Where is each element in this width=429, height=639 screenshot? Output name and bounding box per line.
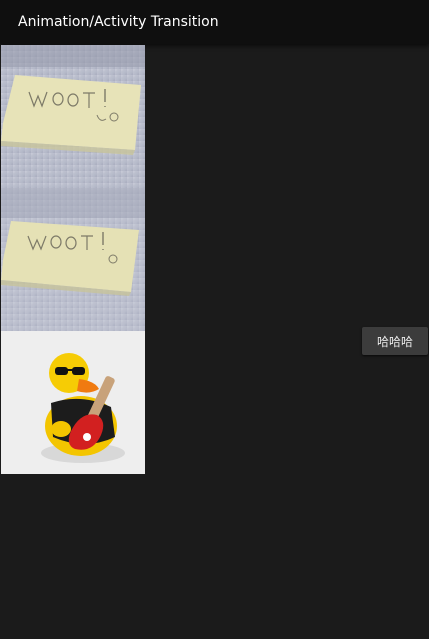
sticky-note-image xyxy=(1,45,145,188)
image-tile-sticky-note-2[interactable] xyxy=(1,188,145,331)
rubber-duck-guitar-image xyxy=(1,331,145,474)
image-tile-rubber-duck[interactable] xyxy=(1,331,145,474)
image-tile-sticky-note-1[interactable] xyxy=(1,45,145,188)
sticky-note-image xyxy=(1,188,145,331)
app-bar: Animation/Activity Transition xyxy=(0,0,429,44)
app-title: Animation/Activity Transition xyxy=(18,14,219,30)
haha-button[interactable]: 哈哈哈 xyxy=(362,327,428,355)
